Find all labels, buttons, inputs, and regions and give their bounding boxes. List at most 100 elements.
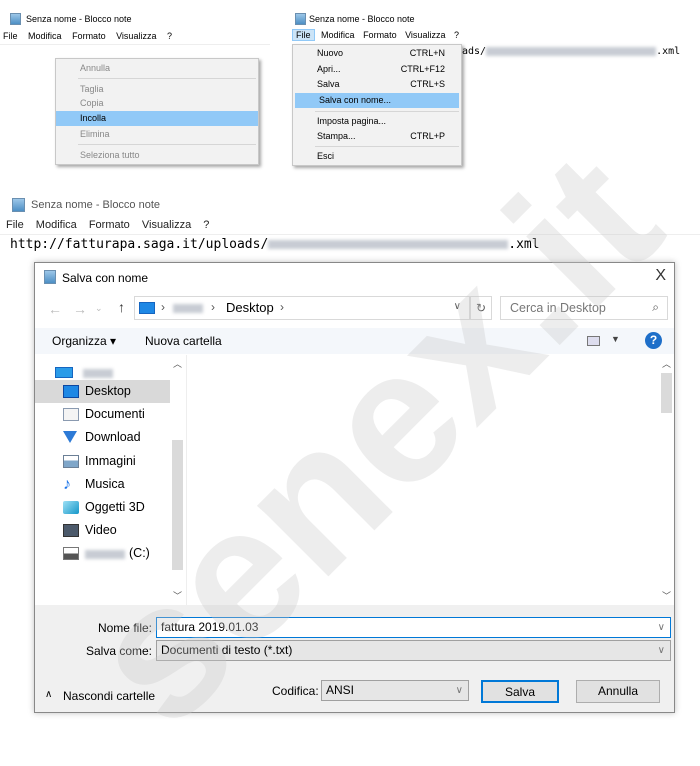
blurred-text [268, 240, 509, 249]
savetype-select[interactable]: Documenti di testo (*.txt) ∨ [156, 640, 671, 661]
address-dropdown-icon[interactable]: ∨ [454, 301, 461, 312]
scroll-thumb[interactable] [172, 440, 183, 570]
menu-formato[interactable]: Formato [72, 31, 106, 41]
menu-modifica[interactable]: Modifica [321, 30, 355, 40]
refresh-icon[interactable]: ↻ [470, 296, 492, 320]
close-button[interactable]: X [655, 267, 666, 285]
recent-dropdown-icon[interactable]: ⌄ [95, 303, 103, 314]
menu-item-copia[interactable]: Copia [56, 96, 258, 111]
computer-icon [139, 302, 155, 314]
menu-item-taglia[interactable]: Taglia [56, 82, 258, 97]
menu-help[interactable]: ? [203, 219, 209, 231]
nav-item-c[interactable]: (C:) [35, 542, 170, 565]
cancel-button[interactable]: Annulla [576, 680, 660, 703]
save-button[interactable]: Salva [481, 680, 559, 703]
chevron-up-icon[interactable]: ∧ [45, 689, 52, 700]
menu-item-esci[interactable]: Esci [293, 149, 461, 164]
nav-item-oggetti-3d[interactable]: Oggetti 3D [35, 496, 170, 519]
forward-arrow-icon[interactable]: → [73, 301, 87, 317]
menu-modifica[interactable]: Modifica [28, 31, 62, 41]
encoding-label: Codifica: [272, 684, 319, 698]
nav-item-label: (C:) [129, 546, 150, 561]
view-icon[interactable] [587, 336, 600, 346]
blurred-text [486, 46, 657, 56]
bottom-panel: Nome file: fattura 2019.01.03 ∨ Salva com… [35, 605, 674, 712]
blurred-drive-name [85, 549, 125, 559]
menu-formato[interactable]: Formato [89, 219, 130, 231]
nav-item-download[interactable]: Download [35, 426, 170, 449]
notepad-icon [12, 198, 25, 212]
up-arrow-icon[interactable]: ↑ [118, 299, 125, 315]
pc-icon [55, 367, 73, 378]
context-menu: Annulla Taglia Copia Incolla Elimina Sel… [55, 58, 259, 165]
url-suffix: .xml [508, 237, 540, 252]
filename-input[interactable]: fattura 2019.01.03 ∨ [156, 617, 671, 638]
nav-item-desktop[interactable]: Desktop [35, 380, 170, 403]
menu-visualizza[interactable]: Visualizza [116, 31, 156, 41]
nav-item-label: Documenti [85, 407, 145, 422]
menu-item-annulla[interactable]: Annulla [56, 61, 258, 76]
menu-item-elimina[interactable]: Elimina [56, 127, 258, 142]
menu-item-apri[interactable]: Apri... CTRL+F12 [293, 62, 461, 77]
nav-item-label: Desktop [85, 384, 131, 398]
nav-item-label: Download [85, 430, 141, 445]
file-list[interactable]: ︿ ﹀ [187, 355, 674, 605]
hide-folders-button[interactable]: Nascondi cartelle [63, 689, 155, 703]
document-text[interactable]: http://fatturapa.saga.it/uploads/ .xml [10, 237, 540, 252]
menu-item-incolla[interactable]: Incolla [56, 111, 258, 126]
save-as-dialog: Salva con nome X ← → ⌄ ↑ › › Desktop › ∨… [34, 262, 675, 713]
menu-file[interactable]: File [6, 219, 24, 231]
new-folder-button[interactable]: Nuova cartella [145, 334, 222, 348]
notepad-icon [10, 13, 21, 25]
menu-file[interactable]: File [292, 29, 315, 41]
download-icon [63, 431, 77, 444]
nav-item-label: Musica [85, 476, 125, 491]
file-scrollbar[interactable]: ︿ ﹀ [659, 355, 674, 605]
help-icon[interactable]: ? [645, 332, 662, 349]
file-menu: Nuovo CTRL+N Apri... CTRL+F12 Salva CTRL+S … [292, 44, 462, 166]
divider [0, 44, 270, 45]
menu-help[interactable]: ? [454, 30, 459, 40]
menu-modifica[interactable]: Modifica [36, 219, 77, 231]
breadcrumb-desktop[interactable]: Desktop [226, 300, 274, 315]
menu-formato[interactable]: Formato [363, 30, 397, 40]
search-icon[interactable]: ⌕ [652, 300, 659, 315]
scroll-thumb[interactable] [661, 373, 672, 413]
pictures-icon [63, 454, 79, 468]
window-title: Senza nome - Blocco note [26, 14, 132, 24]
nav-item-video[interactable]: Video [35, 519, 170, 542]
menu-item-seleziona-tutto[interactable]: Seleziona tutto [56, 148, 258, 163]
encoding-select[interactable]: ANSI ∨ [321, 680, 469, 701]
menu-item-imposta-pagina[interactable]: Imposta pagina... [293, 114, 461, 129]
menu-item-nuovo[interactable]: Nuovo CTRL+N [293, 46, 461, 61]
menu-file[interactable]: File [3, 31, 18, 41]
desktop-icon [63, 385, 79, 398]
nav-item-immagini[interactable]: Immagini [35, 450, 170, 473]
window-title: Senza nome - Blocco note [309, 14, 415, 24]
nav-scrollbar[interactable]: ︿ ﹀ [170, 355, 185, 605]
text-suffix: .xml [656, 46, 681, 57]
menu-help[interactable]: ? [167, 31, 172, 41]
menu-item-stampa[interactable]: Stampa... CTRL+P [293, 129, 461, 144]
menu-visualizza[interactable]: Visualizza [405, 30, 445, 40]
back-arrow-icon[interactable]: ← [48, 301, 62, 317]
menu-bar: File Modifica Formato Visualizza ? [292, 29, 459, 41]
url-prefix: http://fatturapa.saga.it/uploads/ [10, 237, 269, 252]
address-bar[interactable]: › › Desktop › ∨ [134, 296, 470, 320]
nav-item-label: Oggetti 3D [85, 500, 145, 514]
nav-item-documenti[interactable]: Documenti [35, 403, 170, 426]
text-prefix: ads/ [462, 46, 487, 57]
document-text[interactable]: ads/ .xml [462, 46, 680, 57]
menu-item-salva[interactable]: Salva CTRL+S [293, 77, 461, 92]
menu-visualizza[interactable]: Visualizza [142, 219, 191, 231]
nav-item-musica[interactable]: ♪ Musica [35, 473, 170, 496]
video-icon [63, 524, 79, 538]
view-dropdown-icon[interactable]: ▼ [611, 334, 620, 344]
notepad-icon [44, 270, 56, 284]
blurred-user [173, 304, 203, 313]
notepad-icon [295, 13, 306, 25]
organize-button[interactable]: Organizza ▾ [52, 334, 116, 348]
menu-bar: File Modifica Formato Visualizza ? [3, 31, 172, 41]
menu-item-salva-con-nome[interactable]: Salva con nome... [295, 93, 459, 108]
search-input[interactable]: Cerca in Desktop ⌕ [500, 296, 668, 320]
